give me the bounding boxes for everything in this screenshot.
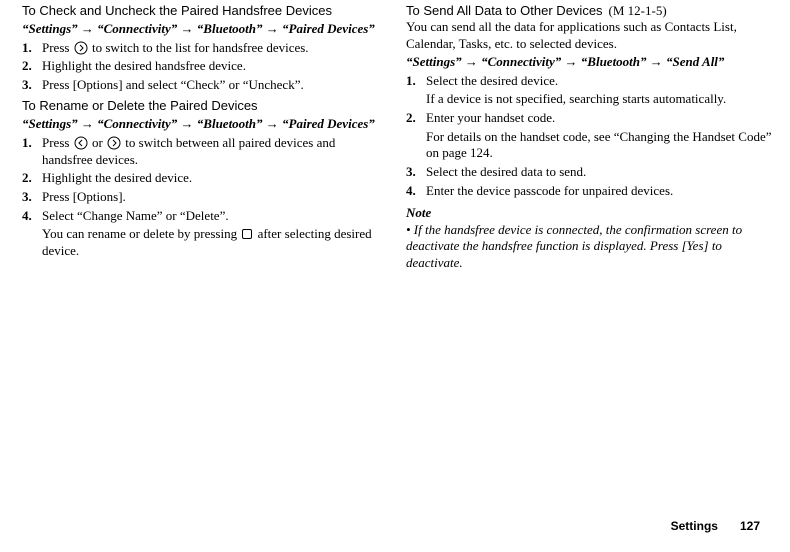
section-title: To Check and Uncheck the Paired Handsfre…	[22, 4, 388, 19]
intro-text: You can send all the data for applicatio…	[406, 19, 772, 52]
step-text: Press or to switch between all paired de…	[42, 135, 388, 168]
step-number: 1.	[22, 40, 42, 57]
step-item: 2. Highlight the desired handsfree devic…	[22, 58, 388, 75]
nav-right-icon	[74, 41, 88, 55]
step-number: 2.	[406, 110, 426, 127]
page-number: 127	[740, 519, 760, 533]
nav-center-icon	[241, 227, 253, 241]
footer-section: Settings	[671, 519, 718, 533]
step-number: 4.	[406, 183, 426, 200]
step-item: 2. Highlight the desired device.	[22, 170, 388, 187]
left-column: To Check and Uncheck the Paired Handsfre…	[22, 4, 388, 272]
step-list: 1. Press or to switch between all paired…	[22, 135, 388, 259]
section-title: To Send All Data to Other Devices(M 12-1…	[406, 4, 772, 19]
step-item: 2. Enter your handset code. For details …	[406, 110, 772, 162]
step-text: Highlight the desired device.	[42, 170, 388, 187]
step-item: 1. Select the desired device. If a devic…	[406, 73, 772, 108]
step-number: 1.	[22, 135, 42, 152]
step-text: Press [Options] and select “Check” or “U…	[42, 77, 388, 94]
step-text: Enter the device passcode for unpaired d…	[426, 183, 772, 200]
step-item: 1. Press or to switch between all paired…	[22, 135, 388, 168]
step-extra: You can rename or delete by pressing aft…	[42, 226, 388, 259]
step-item: 1. Press to switch to the list for hands…	[22, 40, 388, 57]
step-text: Select the desired device. If a device i…	[426, 73, 772, 108]
step-item: 3. Press [Options].	[22, 189, 388, 206]
step-item: 3. Select the desired data to send.	[406, 164, 772, 181]
step-list: 1. Press to switch to the list for hands…	[22, 40, 388, 94]
right-column: To Send All Data to Other Devices(M 12-1…	[406, 4, 772, 272]
step-item: 4. Enter the device passcode for unpaire…	[406, 183, 772, 200]
note-label: Note	[406, 205, 772, 222]
page-footer: Settings 127	[671, 519, 760, 534]
navigation-path: “Settings” → “Connectivity” → “Bluetooth…	[22, 116, 388, 133]
step-item: 4. Select “Change Name” or “Delete”. You…	[22, 208, 388, 260]
navigation-path: “Settings” → “Connectivity” → “Bluetooth…	[406, 54, 772, 71]
menu-reference: (M 12-1-5)	[609, 3, 667, 18]
step-number: 4.	[22, 208, 42, 225]
step-text: Select “Change Name” or “Delete”. You ca…	[42, 208, 388, 260]
step-text: Press [Options].	[42, 189, 388, 206]
step-item: 3. Press [Options] and select “Check” or…	[22, 77, 388, 94]
nav-right-icon	[107, 136, 121, 150]
step-extra: For details on the handset code, see “Ch…	[426, 129, 772, 162]
step-text: Highlight the desired handsfree device.	[42, 58, 388, 75]
page-content: To Check and Uncheck the Paired Handsfre…	[0, 0, 790, 272]
step-number: 3.	[22, 77, 42, 94]
step-number: 2.	[22, 170, 42, 187]
section-title: To Rename or Delete the Paired Devices	[22, 99, 388, 114]
step-extra: If a device is not specified, searching …	[426, 91, 772, 108]
step-text: Press to switch to the list for handsfre…	[42, 40, 388, 57]
step-list: 1. Select the desired device. If a devic…	[406, 73, 772, 199]
nav-left-icon	[74, 136, 88, 150]
step-number: 1.	[406, 73, 426, 90]
step-number: 2.	[22, 58, 42, 75]
step-text: Enter your handset code. For details on …	[426, 110, 772, 162]
navigation-path: “Settings” → “Connectivity” → “Bluetooth…	[22, 21, 388, 38]
step-text: Select the desired data to send.	[426, 164, 772, 181]
step-number: 3.	[22, 189, 42, 206]
note-text: • If the handsfree device is connected, …	[406, 222, 772, 272]
step-number: 3.	[406, 164, 426, 181]
